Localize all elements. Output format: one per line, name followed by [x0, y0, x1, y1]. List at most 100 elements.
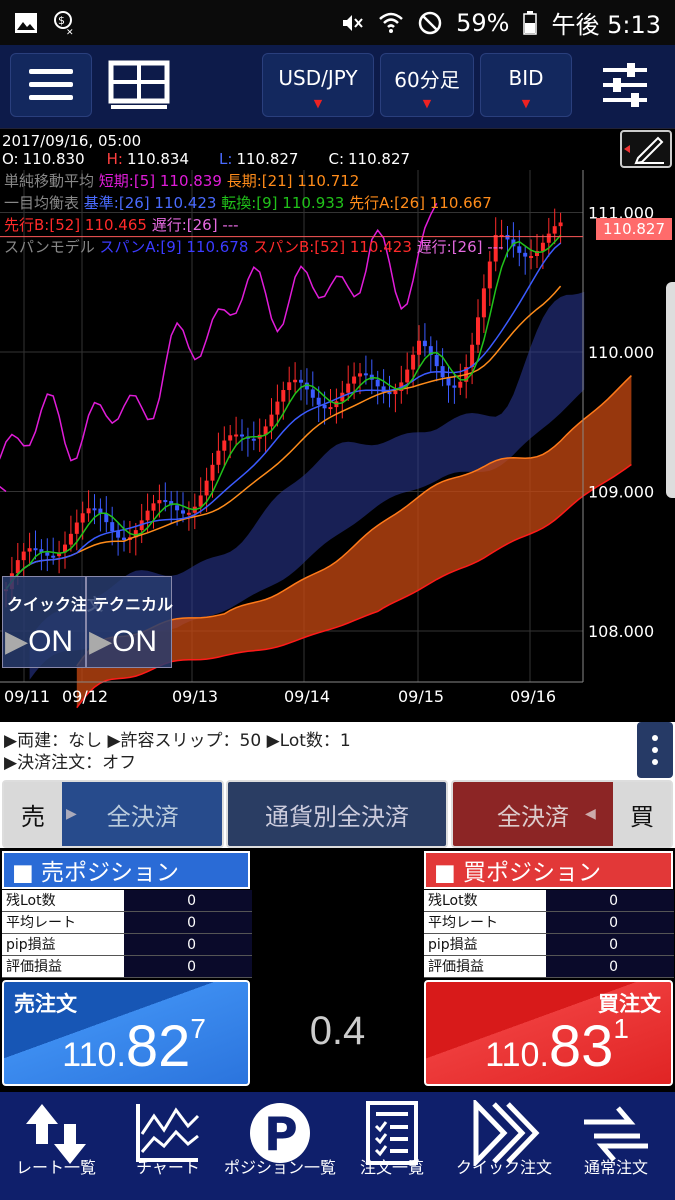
dot-icon: [652, 759, 658, 765]
dot-icon: [652, 747, 658, 753]
span-lag-label: 遅行:[26] ---: [416, 238, 504, 256]
candle-body: [346, 383, 351, 393]
sell-label: 売: [4, 782, 62, 846]
grid-layout-icon: [108, 60, 170, 109]
candle-body: [222, 440, 227, 451]
chart-datetime: 2017/09/16, 05:00: [2, 132, 142, 150]
pair-selector[interactable]: USD/JPY ▼: [262, 53, 374, 117]
chart-area[interactable]: 111.000 110.000 109.000 108.000 09/11 09/12 0…: [0, 130, 675, 720]
mute-icon: [343, 14, 363, 31]
candle-body: [452, 385, 457, 388]
candle-body: [157, 500, 162, 504]
candle-body: [405, 369, 410, 383]
position-row: 残Lot数 0: [2, 890, 252, 912]
sell-close-all-button[interactable]: 売 ▶ 全決済: [2, 780, 224, 848]
nav-normal-order[interactable]: 通常注文: [560, 1092, 672, 1200]
timeframe-selector[interactable]: 60分足 ▼: [380, 53, 474, 117]
position-row-value: 0: [124, 956, 252, 977]
technical-label: テクニカル: [93, 595, 174, 614]
candle-body: [116, 530, 121, 538]
candle-body: [122, 537, 126, 541]
buy-close-all-button[interactable]: 全決済 ◀ 買: [451, 780, 673, 848]
draw-tool-button[interactable]: [620, 130, 672, 168]
arrow-left-icon: ◀: [585, 806, 596, 822]
layout-button[interactable]: [100, 53, 178, 117]
candle-body: [328, 407, 333, 410]
candle-body: [275, 401, 280, 415]
arrow-right-icon: ▶: [66, 806, 77, 822]
spread-value: 0.4: [309, 1008, 366, 1053]
position-row-label: pip損益: [2, 934, 124, 955]
technical-toggle[interactable]: テクニカル ▶ON: [86, 576, 174, 668]
timeframe-label: 60分足: [394, 67, 460, 92]
candle-body: [51, 555, 56, 558]
currency-close-all-button[interactable]: 通貨別全決済: [226, 780, 448, 848]
buy-position-table: 残Lot数 0 平均レート 0 pip損益 0 評価損益 0: [424, 890, 674, 978]
candle-body: [151, 503, 156, 511]
candle-body: [470, 344, 475, 368]
ohlc-header: 2017/09/16, 05:00 O: 110.830 H: 110.834 L:…: [2, 132, 410, 168]
y-tick-label: 110.000: [588, 343, 654, 362]
sell-close-all-label: 全決済: [106, 802, 179, 831]
price-type-selector[interactable]: BID ▼: [480, 53, 572, 117]
candle-body: [33, 548, 38, 551]
position-row-value: 0: [546, 956, 674, 977]
senkou-a-label: 先行A:[26] 110.667: [349, 194, 492, 212]
candle-body: [240, 434, 244, 437]
settings-button[interactable]: [585, 53, 665, 117]
hamburger-icon: [29, 69, 73, 100]
position-row-value: 0: [546, 912, 674, 933]
y-tick-label: 109.000: [588, 483, 654, 502]
x-tick-label: 09/16: [510, 687, 556, 706]
info-line-2: ▶決済注文：オフ: [4, 753, 137, 773]
senkou-b-label: 先行B:[52] 110.465: [4, 216, 147, 234]
sell-order-button[interactable]: 売注文 110.827: [2, 980, 250, 1086]
dropdown-arrow-icon: ▼: [422, 97, 432, 110]
sell-price: 110.827: [62, 1013, 206, 1079]
position-row-value: 0: [124, 890, 252, 911]
high-value: 110.834: [126, 150, 190, 168]
candle-body: [322, 404, 327, 409]
candle-body: [487, 261, 492, 289]
position-row: 平均レート 0: [424, 912, 674, 934]
span-model-label: スパンモデル: [4, 238, 95, 256]
position-row: 残Lot数 0: [424, 890, 674, 912]
dropdown-arrow-icon: ▼: [521, 97, 531, 110]
candle-body: [186, 512, 191, 515]
candle-body: [251, 438, 256, 441]
menu-button[interactable]: [10, 53, 92, 117]
quick-order-state: ▶ON: [5, 625, 74, 658]
indicator-legend: 単純移動平均 短期:[5] 110.839 長期:[21] 110.712 一目…: [4, 170, 504, 258]
candle-body: [15, 560, 20, 574]
candle-body: [375, 379, 380, 387]
sma-label: 単純移動平均: [4, 172, 95, 190]
nav-order-list[interactable]: 注文一覧: [336, 1092, 448, 1200]
buy-order-button[interactable]: 買注文 110.831: [424, 980, 673, 1086]
position-row: 平均レート 0: [2, 912, 252, 934]
clock: 午後 5:13: [551, 11, 661, 39]
nav-position-list[interactable]: P ポジション一覧: [224, 1092, 336, 1200]
close-all-bar: 売 ▶ 全決済 通貨別全決済 全決済 ◀ 買: [0, 780, 675, 848]
battery-percent: 59%: [456, 8, 510, 37]
currency-close-all-label: 通貨別全決済: [265, 802, 409, 831]
nav-chart[interactable]: チャート: [112, 1092, 224, 1200]
candle-body: [299, 379, 303, 383]
candle-body: [86, 508, 91, 514]
low-value: 110.827: [236, 150, 299, 168]
candle-body: [558, 222, 563, 227]
more-options-button[interactable]: [637, 722, 673, 778]
current-price-value: 110.827: [602, 220, 666, 238]
buy-close-all-label: 全決済: [497, 802, 569, 831]
nav-quick-order[interactable]: クイック注文: [448, 1092, 560, 1200]
nav-rate-list[interactable]: レート一覧: [0, 1092, 112, 1200]
ichimoku-label: 一目均衡表: [4, 194, 80, 212]
candle-body: [476, 317, 480, 345]
x-tick-label: 09/11: [4, 687, 50, 706]
high-label: H:: [106, 150, 123, 168]
status-bar: $ ✕ 59% 午後 5:13: [0, 0, 675, 45]
quick-order-toggle[interactable]: クイック注文 ▶ON: [2, 576, 103, 668]
y-tick-label: 108.000: [588, 622, 654, 641]
candle-body: [517, 246, 522, 253]
chart-side-handle[interactable]: [666, 282, 675, 498]
position-row: 評価損益 0: [2, 956, 252, 978]
